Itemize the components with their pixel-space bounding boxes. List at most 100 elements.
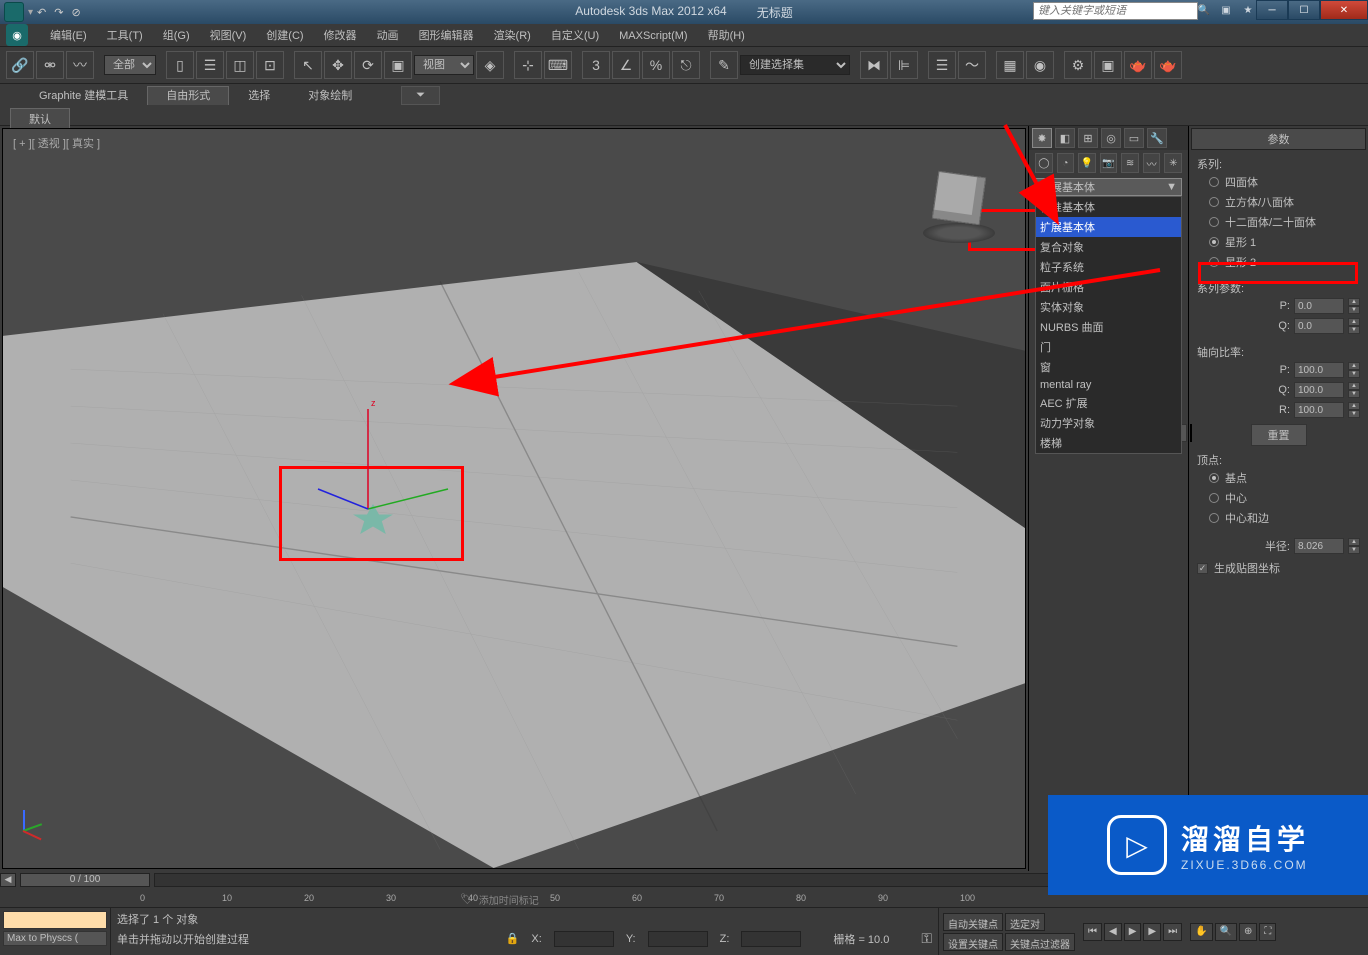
render-icon[interactable]: 🫖 <box>1124 51 1152 79</box>
axis-q-spinner[interactable] <box>1294 382 1344 398</box>
named-selection-dropdown[interactable]: 创建选择集 <box>740 55 850 75</box>
manipulate-icon[interactable]: ⊹ <box>514 51 542 79</box>
view-cube[interactable] <box>923 169 995 241</box>
select-icon[interactable]: ▯ <box>166 51 194 79</box>
vertex-radio[interactable] <box>1209 493 1219 503</box>
ribbon-tab[interactable]: 对象绘制 <box>289 86 371 106</box>
dropdown-item[interactable]: 楼梯 <box>1036 433 1181 453</box>
dropdown-item[interactable]: 标准基本体 <box>1036 197 1181 217</box>
z-coord-input[interactable] <box>741 931 801 947</box>
autokey-button[interactable]: 自动关键点 <box>943 913 1003 931</box>
unlink-icon[interactable]: ⚮ <box>36 51 64 79</box>
menu-图形编辑器[interactable]: 图形编辑器 <box>409 28 484 44</box>
nav-pan-icon[interactable]: ✋ <box>1190 923 1212 941</box>
window-crossing-icon[interactable]: ⊡ <box>256 51 284 79</box>
link-icon[interactable]: 🔗 <box>6 51 34 79</box>
y-coord-input[interactable] <box>648 931 708 947</box>
timetag-icon[interactable]: 🏷 <box>460 894 473 905</box>
menu-自定义(U)[interactable]: 自定义(U) <box>541 28 609 44</box>
axis-p-spinner[interactable] <box>1294 362 1344 378</box>
goto-end-icon[interactable]: ⏭ <box>1163 923 1182 941</box>
family-radio[interactable] <box>1209 217 1219 227</box>
selection-filter-dropdown[interactable]: 全部 <box>104 55 156 75</box>
align-icon[interactable]: ⊫ <box>890 51 918 79</box>
motion-tab-icon[interactable]: ◎ <box>1101 128 1121 148</box>
family-radio[interactable] <box>1209 177 1219 187</box>
menu-帮助(H)[interactable]: 帮助(H) <box>698 28 755 44</box>
dropdown-item[interactable]: 窗 <box>1036 357 1181 377</box>
menu-组(G)[interactable]: 组(G) <box>153 28 200 44</box>
mirror-icon[interactable]: ⧓ <box>860 51 888 79</box>
qat-undo[interactable]: ↶ <box>37 6 46 19</box>
timeline-prev-icon[interactable]: ◀ <box>0 873 16 887</box>
dropdown-item[interactable]: 实体对象 <box>1036 297 1181 317</box>
ribbon-default-button[interactable]: 默认 <box>10 108 70 130</box>
utilities-tab-icon[interactable]: 🔧 <box>1147 128 1167 148</box>
shapes-icon[interactable]: ◔ <box>1057 153 1075 173</box>
nav-zoom-icon[interactable]: 🔍 <box>1215 923 1237 941</box>
script-button[interactable]: Max to Physcs ( <box>3 931 107 946</box>
minimize-button[interactable]: ─ <box>1256 0 1288 20</box>
time-slider-handle[interactable]: 0 / 100 <box>20 873 150 887</box>
systems-icon[interactable]: ✳ <box>1164 153 1182 173</box>
ref-coord-dropdown[interactable]: 视图 <box>414 55 474 75</box>
spacewarps-icon[interactable]: 〰 <box>1143 153 1161 173</box>
params-header[interactable]: 参数 <box>1191 128 1366 150</box>
play-icon[interactable]: ▶ <box>1124 923 1142 941</box>
ribbon-tab[interactable]: Graphite 建模工具 <box>20 86 147 106</box>
favorites-icon[interactable]: ★ <box>1240 2 1256 18</box>
curve-editor-icon[interactable]: 〜 <box>958 51 986 79</box>
ribbon-tab[interactable]: 选择 <box>229 86 289 106</box>
snap-3-icon[interactable]: 3 <box>582 51 610 79</box>
family-radio[interactable] <box>1209 197 1219 207</box>
next-frame-icon[interactable]: ▶ <box>1143 923 1161 941</box>
percent-snap-icon[interactable]: % <box>642 51 670 79</box>
goto-start-icon[interactable]: ⏮ <box>1083 923 1102 941</box>
dropdown-item[interactable]: 门 <box>1036 337 1181 357</box>
pivot-icon[interactable]: ◈ <box>476 51 504 79</box>
gen-uv-checkbox[interactable]: ✓ <box>1197 563 1208 574</box>
lights-icon[interactable]: 💡 <box>1078 153 1096 173</box>
ribbon-collapse-icon[interactable]: ⏷ <box>401 86 440 105</box>
qat-redo[interactable]: ↷ <box>54 6 63 19</box>
ribbon-tab[interactable]: 自由形式 <box>147 86 229 105</box>
schematic-icon[interactable]: ▦ <box>996 51 1024 79</box>
keyfilter-button[interactable]: 关键点过滤器 <box>1005 933 1075 951</box>
dropdown-item[interactable]: AEC 扩展 <box>1036 393 1181 413</box>
dropdown-item[interactable]: 扩展基本体 <box>1036 217 1181 237</box>
family-radio[interactable] <box>1209 237 1219 247</box>
axis-r-spinner[interactable] <box>1294 402 1344 418</box>
modify-tab-icon[interactable]: ◧ <box>1055 128 1075 148</box>
radius-spinner[interactable] <box>1294 538 1344 554</box>
application-menu-button[interactable]: ◉ <box>6 24 28 46</box>
dropdown-item[interactable]: 动力学对象 <box>1036 413 1181 433</box>
menu-工具(T)[interactable]: 工具(T) <box>97 28 153 44</box>
dropdown-item[interactable]: 面片栅格 <box>1036 277 1181 297</box>
select-region-icon[interactable]: ◫ <box>226 51 254 79</box>
q-spinner[interactable] <box>1294 318 1344 334</box>
spinner-snap-icon[interactable]: ⎋ <box>672 51 700 79</box>
move-icon[interactable]: ✥ <box>324 51 352 79</box>
binoculars-icon[interactable]: 🔍 <box>1196 2 1212 18</box>
dropdown-item[interactable]: 复合对象 <box>1036 237 1181 257</box>
menu-视图(V)[interactable]: 视图(V) <box>200 28 257 44</box>
cameras-icon[interactable]: 📷 <box>1100 153 1118 173</box>
x-coord-input[interactable] <box>554 931 614 947</box>
select-name-icon[interactable]: ☰ <box>196 51 224 79</box>
p-spinner[interactable] <box>1294 298 1344 314</box>
sel-set-button[interactable]: 选定对 <box>1005 913 1045 931</box>
dropdown-item[interactable]: mental ray <box>1036 377 1181 393</box>
bind-icon[interactable]: 〰 <box>66 51 94 79</box>
add-time-tag[interactable]: 添加时间标记 <box>479 892 539 907</box>
menu-创建(C)[interactable]: 创建(C) <box>256 28 313 44</box>
material-icon[interactable]: ◉ <box>1026 51 1054 79</box>
hierarchy-tab-icon[interactable]: ⊞ <box>1078 128 1098 148</box>
setkey-button[interactable]: 设置关键点 <box>943 933 1003 951</box>
qat-dropdown[interactable]: ▾ <box>28 7 33 18</box>
maxscript-listener[interactable] <box>3 911 107 929</box>
subscription-icon[interactable]: ▣ <box>1218 2 1234 18</box>
keyboard-icon[interactable]: ⌨ <box>544 51 572 79</box>
prev-frame-icon[interactable]: ◀ <box>1104 923 1122 941</box>
nav-orbit-icon[interactable]: ⊕ <box>1239 923 1257 941</box>
angle-snap-icon[interactable]: ∠ <box>612 51 640 79</box>
